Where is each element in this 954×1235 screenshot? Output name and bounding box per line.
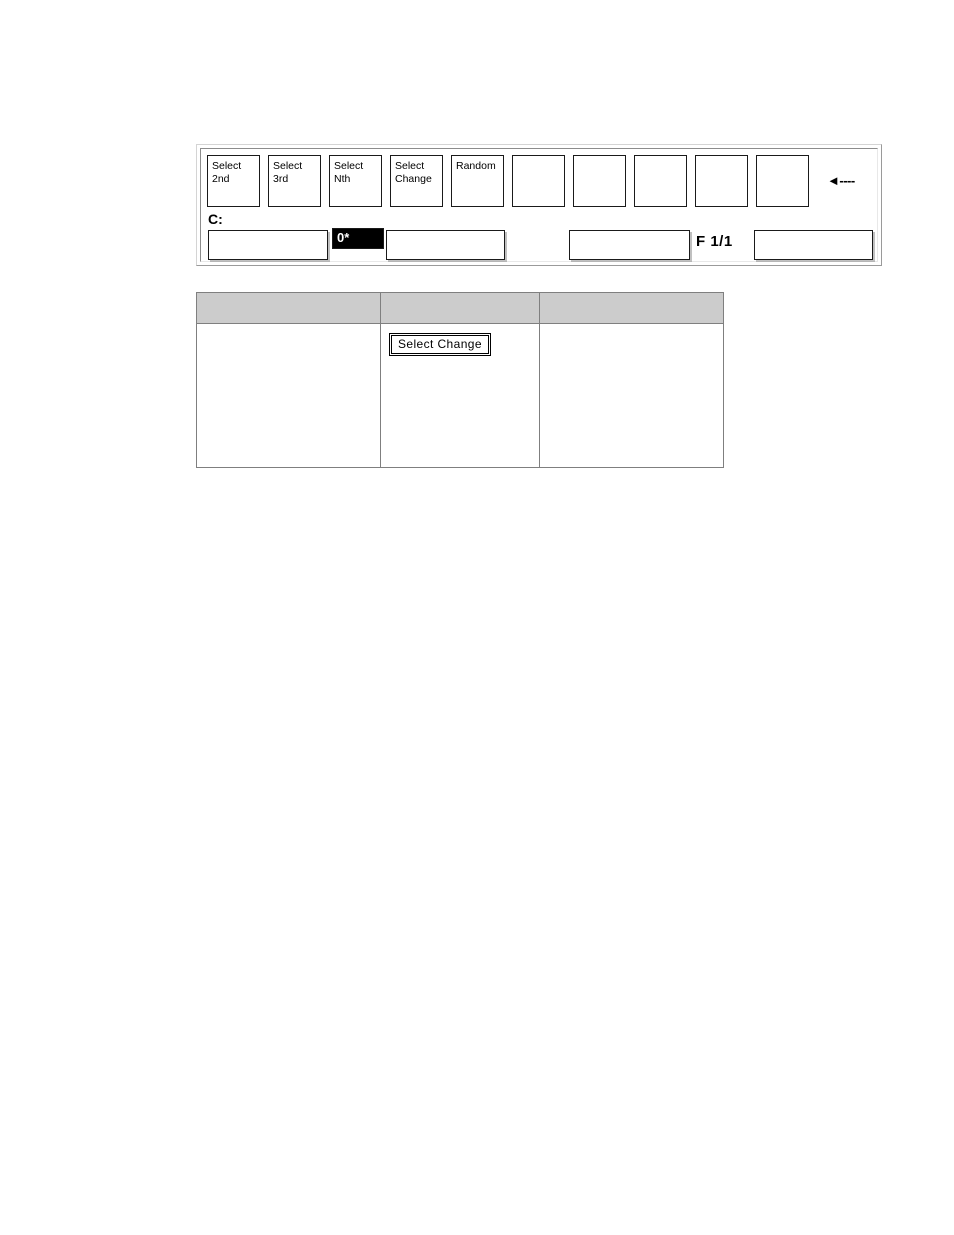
- function-key-button-8[interactable]: [634, 155, 687, 207]
- entry-field-2[interactable]: [386, 230, 505, 260]
- description-table: Select Change: [196, 292, 724, 468]
- status-line-label: C:: [208, 211, 223, 227]
- table-row: Select Change: [196, 323, 724, 468]
- table-cell-2: Select Change: [380, 323, 540, 468]
- count-field[interactable]: 0*: [332, 228, 384, 249]
- table-cell-1: [196, 323, 381, 468]
- function-key-button-3[interactable]: Select Nth: [329, 155, 382, 207]
- table-header-row: [196, 292, 724, 324]
- back-arrow-icon: ◄----: [827, 173, 855, 188]
- function-key-button-6[interactable]: [512, 155, 565, 207]
- function-key-button-9[interactable]: [695, 155, 748, 207]
- table-header-cell-3: [539, 292, 724, 324]
- table-header-cell-2: [380, 292, 540, 324]
- table-header-cell-1: [196, 292, 381, 324]
- function-key-button-2[interactable]: Select 3rd: [268, 155, 321, 207]
- function-key-button-1[interactable]: Select 2nd: [207, 155, 260, 207]
- select-change-button[interactable]: Select Change: [389, 333, 491, 356]
- table-cell-3: [539, 323, 724, 468]
- page-indicator: F 1/1: [696, 233, 733, 250]
- function-key-button-5[interactable]: Random: [451, 155, 504, 207]
- entry-field-3[interactable]: [569, 230, 690, 260]
- function-key-panel: Select 2nd Select 3rd Select Nth Select …: [196, 144, 882, 266]
- function-key-button-7[interactable]: [573, 155, 626, 207]
- entry-field-1[interactable]: [208, 230, 328, 260]
- function-key-panel-inner: Select 2nd Select 3rd Select Nth Select …: [200, 148, 878, 262]
- select-change-button-label: Select Change: [391, 335, 489, 354]
- function-key-row: Select 2nd Select 3rd Select Nth Select …: [207, 155, 855, 209]
- function-key-button-10[interactable]: [756, 155, 809, 207]
- entry-field-4[interactable]: [754, 230, 873, 260]
- function-key-button-4[interactable]: Select Change: [390, 155, 443, 207]
